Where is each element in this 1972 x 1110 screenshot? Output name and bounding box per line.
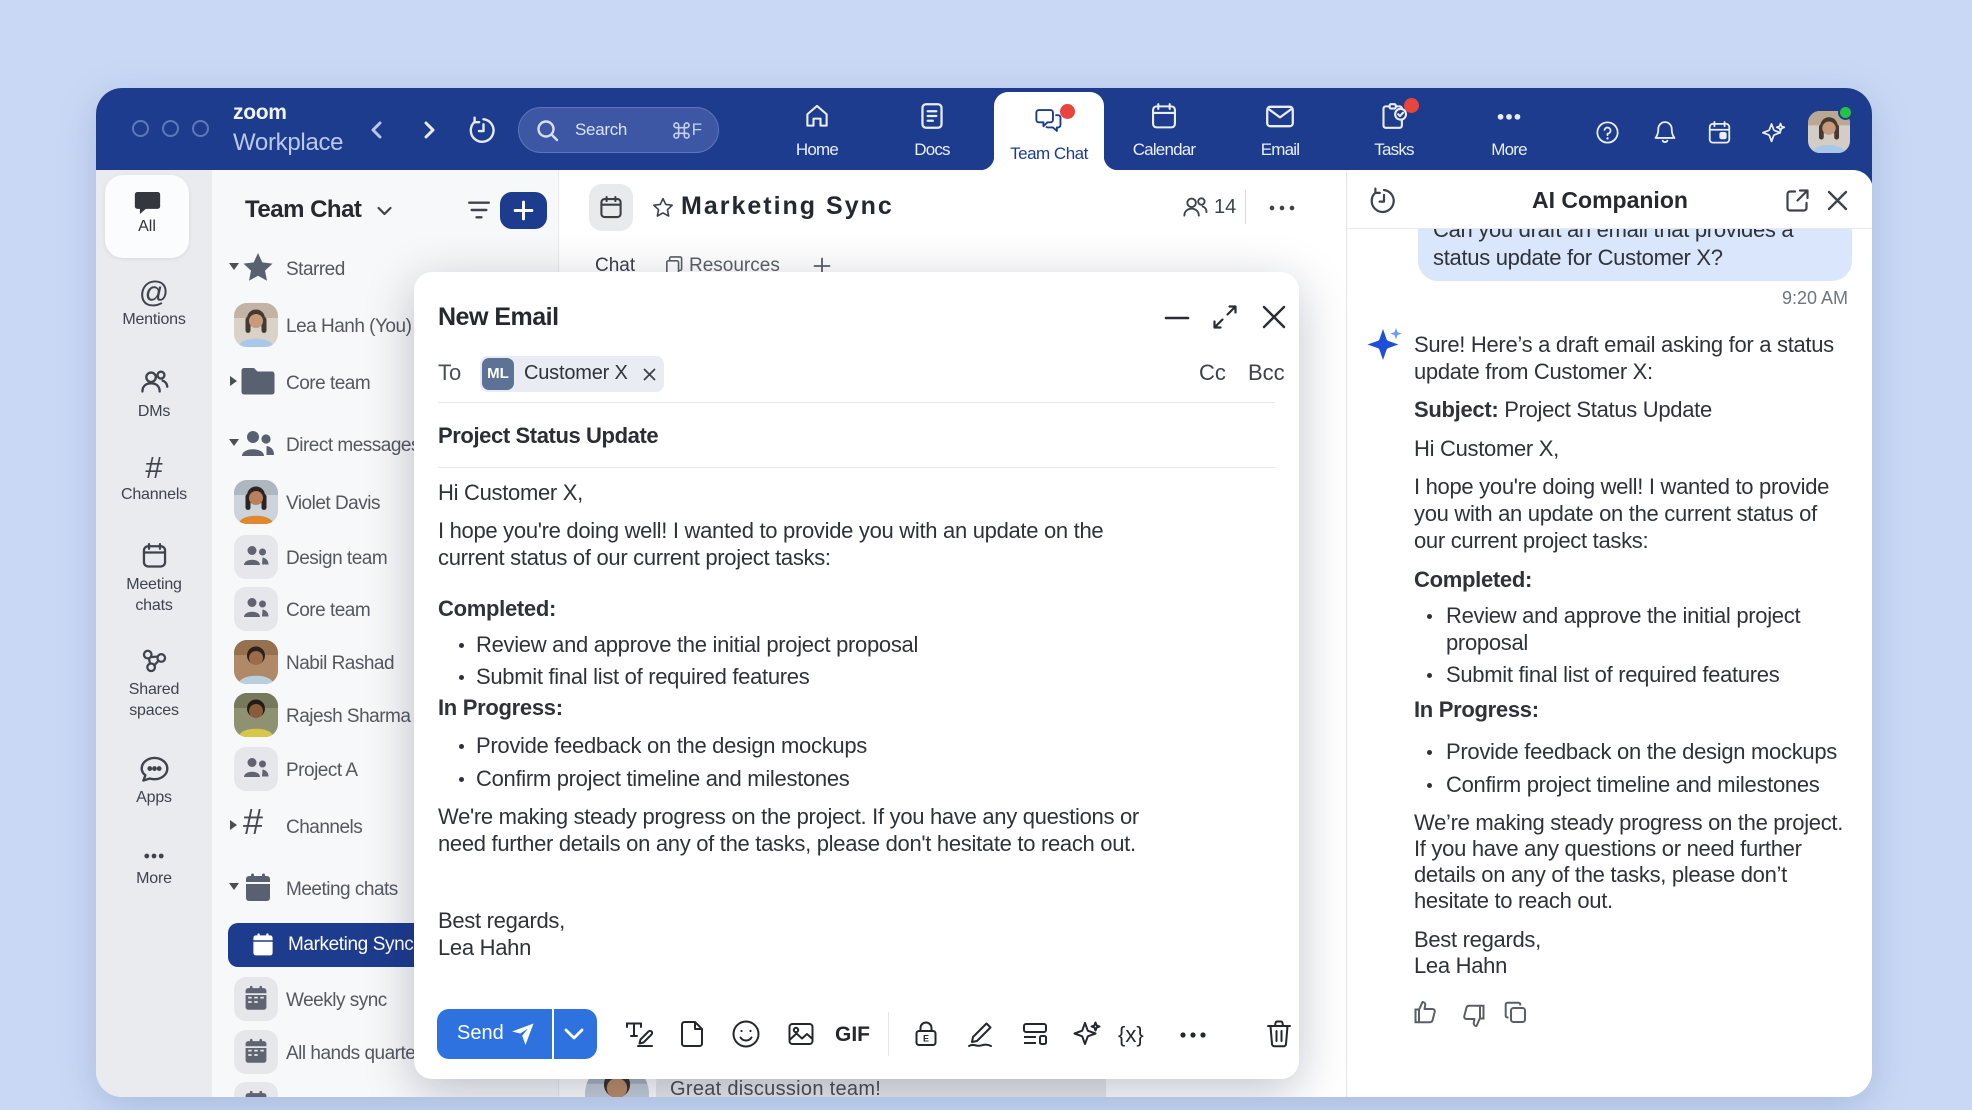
svg-text:E: E — [923, 1034, 929, 1044]
